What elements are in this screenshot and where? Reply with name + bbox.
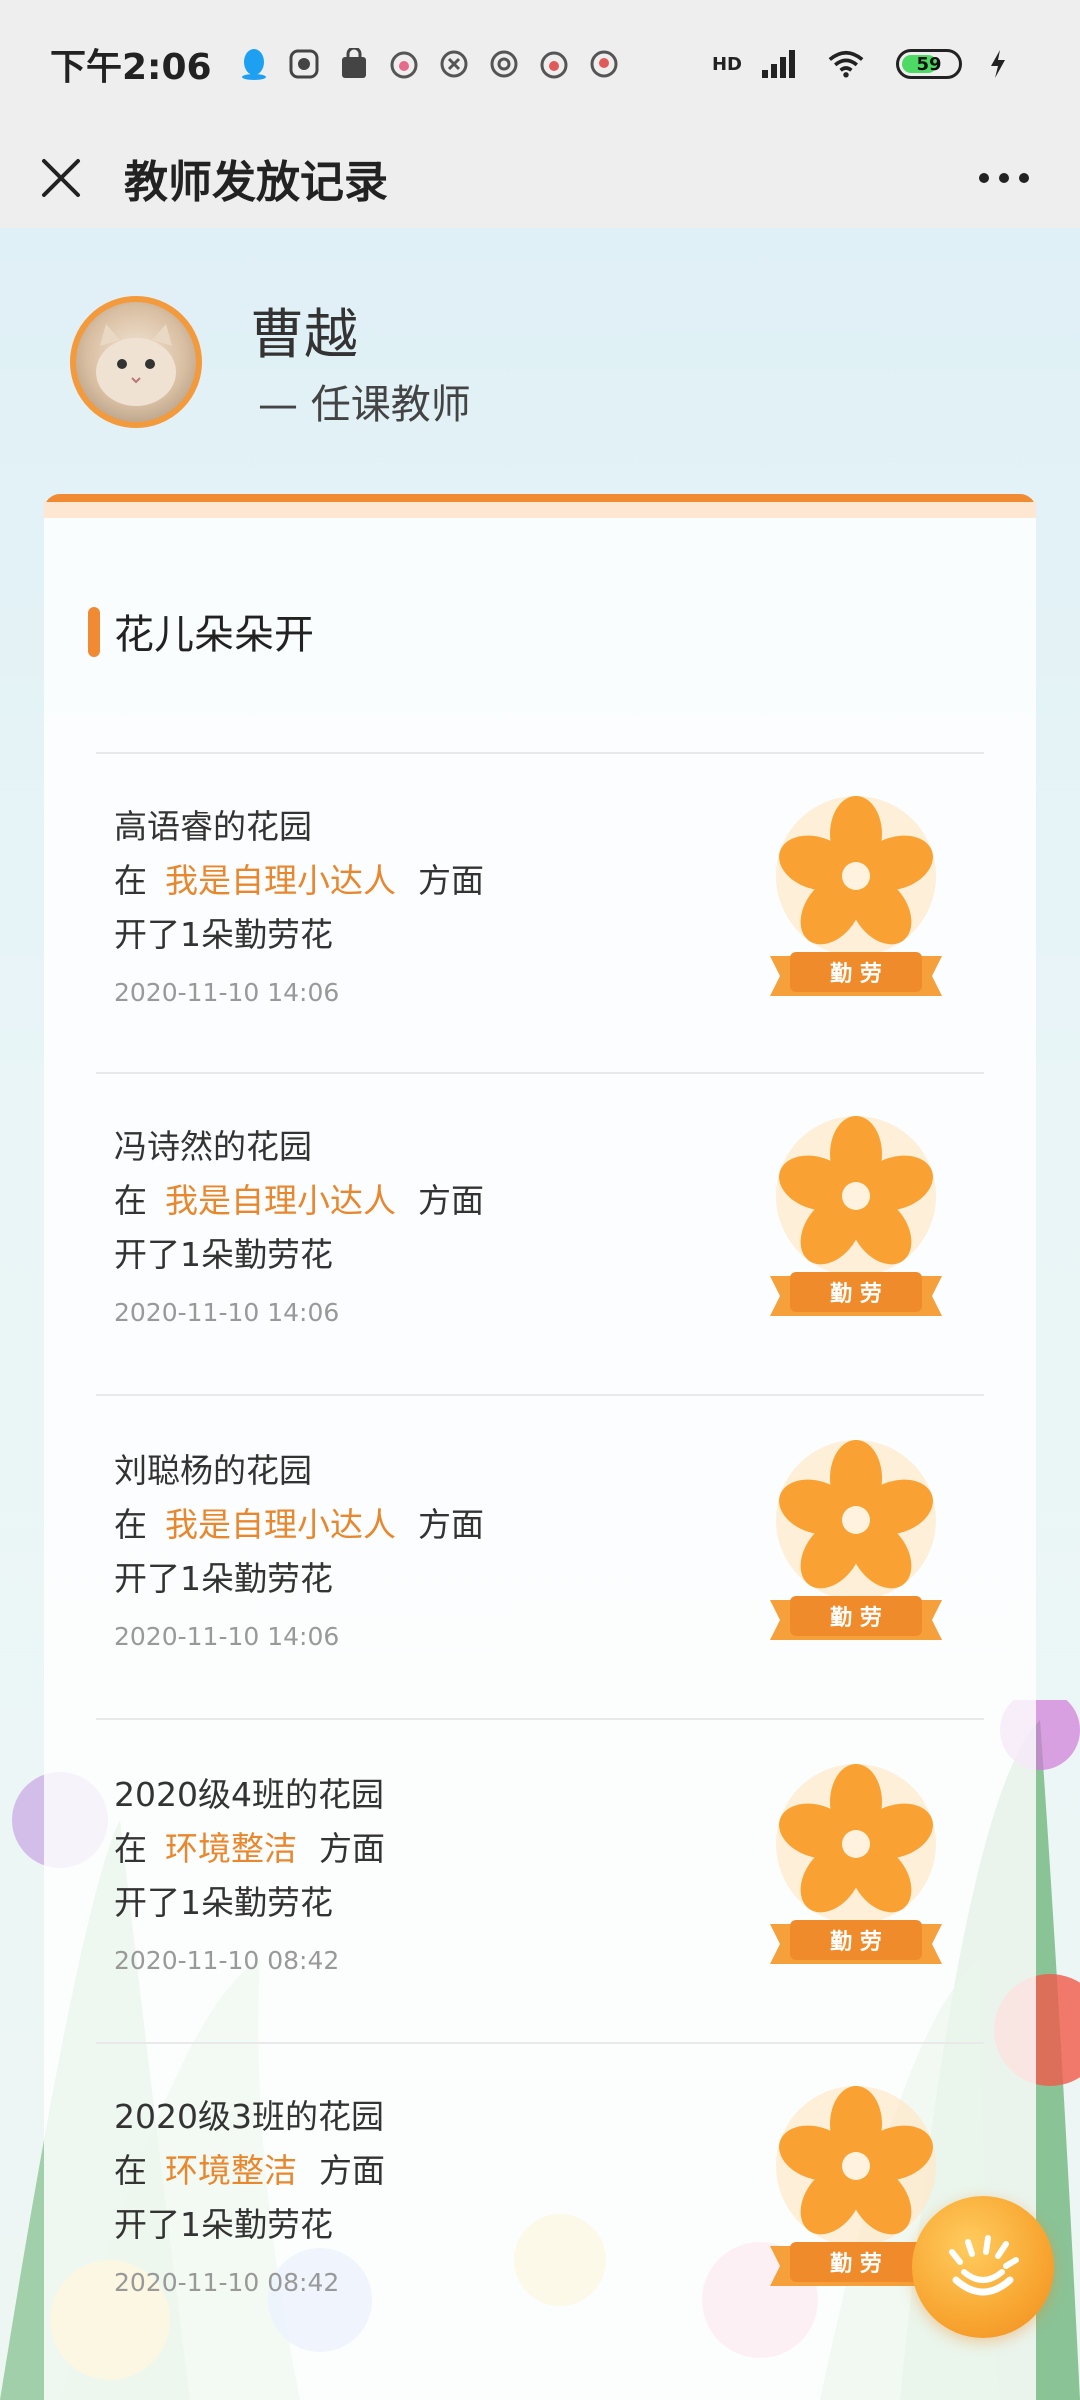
- avatar: [70, 296, 202, 428]
- signal-icon: [760, 46, 796, 82]
- qq-icon: [236, 46, 272, 82]
- battery-level: 59: [916, 53, 942, 75]
- record-time: 2020-11-10 14:06: [114, 1622, 340, 1651]
- location-icon: [586, 46, 622, 82]
- divider: [96, 1394, 984, 1396]
- sun-logo-icon: [949, 2235, 1019, 2296]
- badge-label: 勤 劳: [830, 1929, 882, 1955]
- record-category[interactable]: 我是自理小达人: [165, 1181, 396, 1220]
- record-suffix: 方面: [418, 1505, 484, 1544]
- record-garden: 冯诗然的花园: [114, 1127, 312, 1166]
- flower-badge-icon: 勤 劳: [770, 796, 942, 996]
- divider: [96, 2042, 984, 2044]
- record-item[interactable]: 2020级4班的花园 在环境整洁 方面 开了1朵勤劳花 2020-11-10 08…: [114, 1724, 974, 2044]
- record-time: 2020-11-10 14:06: [114, 1298, 340, 1327]
- divider: [96, 1718, 984, 1720]
- record-category[interactable]: 环境整洁: [165, 2151, 297, 2190]
- record-category-line: 在环境整洁 方面: [114, 2144, 385, 2192]
- record-prefix: 在: [114, 1181, 147, 1220]
- teacher-name: 曹越: [250, 303, 358, 366]
- teacher-role: — 任课教师: [258, 382, 471, 428]
- record-garden: 高语睿的花园: [114, 807, 312, 846]
- record-item[interactable]: 刘聪杨的花园 在我是自理小达人 方面 开了1朵勤劳花 2020-11-10 14:…: [114, 1400, 974, 1720]
- record-category[interactable]: 我是自理小达人: [165, 861, 396, 900]
- badge-label: 勤 劳: [830, 1281, 882, 1307]
- wifi-icon: [828, 46, 864, 82]
- record-suffix: 方面: [418, 861, 484, 900]
- card-header-strip: [44, 502, 1036, 518]
- close-icon[interactable]: [36, 153, 86, 203]
- record-category-line: 在我是自理小达人 方面: [114, 854, 484, 902]
- record-prefix: 在: [114, 2151, 147, 2190]
- status-time: 下午2:06: [50, 47, 212, 88]
- record-category-line: 在环境整洁 方面: [114, 1822, 385, 1870]
- record-prefix: 在: [114, 1829, 147, 1868]
- record-result: 开了1朵勤劳花: [114, 1559, 333, 1598]
- flower-badge-icon: 勤 劳: [770, 1116, 942, 1316]
- more-icon[interactable]: [964, 148, 1044, 208]
- battery-icon: 59: [896, 49, 962, 79]
- record-time: 2020-11-10 08:42: [114, 1946, 340, 1975]
- badge-label: 勤 劳: [830, 961, 882, 987]
- record-garden: 2020级4班的花园: [114, 1775, 384, 1814]
- records-card: 花儿朵朵开 高语睿的花园 在我是自理小达人 方面 开了1朵勤劳花 2020-11-…: [44, 494, 1036, 2400]
- record-result: 开了1朵勤劳花: [114, 915, 333, 954]
- flower-badge-icon: 勤 劳: [770, 1440, 942, 1640]
- record-item[interactable]: 冯诗然的花园 在我是自理小达人 方面 开了1朵勤劳花 2020-11-10 14:…: [114, 1076, 974, 1396]
- record-time: 2020-11-10 14:06: [114, 978, 340, 1007]
- divider: [96, 752, 984, 754]
- record-prefix: 在: [114, 1505, 147, 1544]
- divider: [96, 1072, 984, 1074]
- record-garden: 2020级3班的花园: [114, 2097, 384, 2136]
- record-result: 开了1朵勤劳花: [114, 1235, 333, 1274]
- record-suffix: 方面: [319, 2151, 385, 2190]
- record-suffix: 方面: [418, 1181, 484, 1220]
- record-category-line: 在我是自理小达人 方面: [114, 1174, 484, 1222]
- section-marker: [88, 607, 100, 657]
- record-category[interactable]: 环境整洁: [165, 1829, 297, 1868]
- record-result: 开了1朵勤劳花: [114, 1883, 333, 1922]
- app-icon: [286, 46, 322, 82]
- bag-icon: [336, 46, 372, 82]
- record-category-line: 在我是自理小达人 方面: [114, 1498, 484, 1546]
- section-title: 花儿朵朵开: [114, 612, 314, 658]
- page-title: 教师发放记录: [124, 157, 388, 208]
- record-prefix: 在: [114, 861, 147, 900]
- record-time: 2020-11-10 08:42: [114, 2268, 340, 2297]
- record-result: 开了1朵勤劳花: [114, 2205, 333, 2244]
- status-bar: 下午2:06 HD 59: [0, 0, 1080, 128]
- badge-label: 勤 劳: [830, 2251, 882, 2277]
- charging-icon: [980, 46, 1016, 82]
- app-icon: [436, 46, 472, 82]
- nav-bar: 教师发放记录: [0, 128, 1080, 228]
- network-type: HD: [711, 53, 742, 75]
- flower-badge-icon: 勤 劳: [770, 1764, 942, 1964]
- baby-icon: [386, 46, 422, 82]
- record-garden: 刘聪杨的花园: [114, 1451, 312, 1490]
- badge-label: 勤 劳: [830, 1605, 882, 1631]
- record-item[interactable]: 2020级3班的花园 在环境整洁 方面 开了1朵勤劳花 2020-11-10 08…: [114, 2046, 974, 2366]
- record-category[interactable]: 我是自理小达人: [165, 1505, 396, 1544]
- record-suffix: 方面: [319, 1829, 385, 1868]
- floating-action-button[interactable]: [912, 2196, 1054, 2338]
- baby-icon: [536, 46, 572, 82]
- record-item[interactable]: 高语睿的花园 在我是自理小达人 方面 开了1朵勤劳花 2020-11-10 14:…: [114, 756, 974, 1076]
- app-icon: [486, 46, 522, 82]
